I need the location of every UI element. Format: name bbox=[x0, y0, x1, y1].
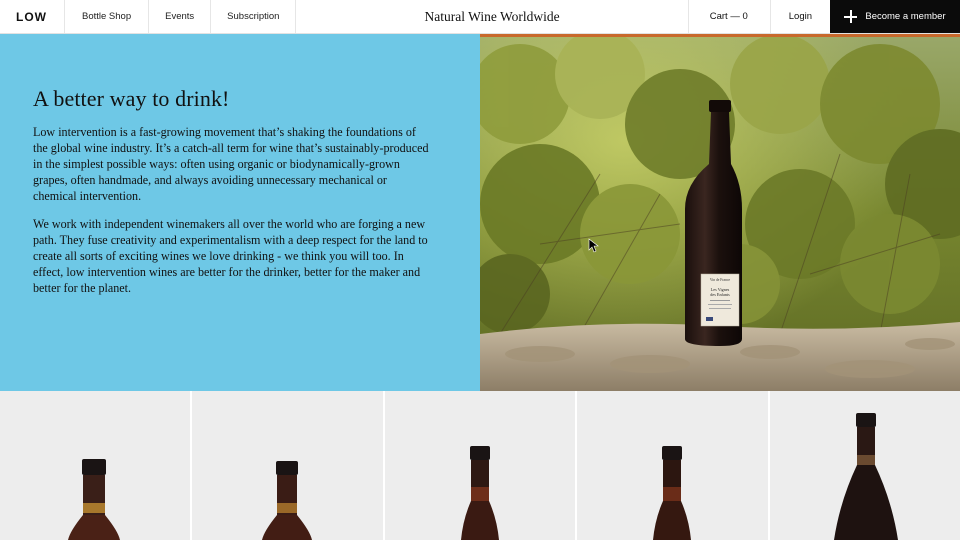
wine-bottle-image bbox=[833, 413, 898, 540]
hero-photo: Vin de France Les Vignes des Enfants bbox=[480, 34, 960, 391]
wine-bottle-image bbox=[262, 461, 313, 540]
product-card-1[interactable] bbox=[0, 391, 193, 540]
hero-paragraph-2: We work with independent winemakers all … bbox=[33, 217, 428, 295]
product-card-2[interactable] bbox=[192, 391, 385, 540]
product-card-4[interactable] bbox=[577, 391, 770, 540]
nav-events[interactable]: Events bbox=[149, 0, 212, 33]
product-strip bbox=[0, 391, 960, 540]
login-link[interactable]: Login bbox=[769, 0, 830, 33]
site-title: Natural Wine Worldwide bbox=[424, 8, 560, 24]
hero-photo-illustration: Vin de France Les Vignes des Enfants bbox=[480, 34, 960, 391]
become-member-label: Become a member bbox=[865, 11, 946, 22]
product-card-3[interactable] bbox=[384, 391, 578, 540]
logo[interactable]: LOW bbox=[0, 0, 65, 33]
hero-paragraph-1: Low intervention is a fast-growing movem… bbox=[33, 125, 429, 203]
top-navigation: LOW Bottle Shop Events Subscription Natu… bbox=[0, 0, 960, 34]
cart-link[interactable]: Cart — 0 bbox=[687, 0, 770, 33]
hero-text-panel: A better way to drink! Low intervention … bbox=[0, 34, 480, 391]
bottle-label-line1: Vin de France bbox=[710, 278, 731, 282]
bottle-label-line3: des Enfants bbox=[710, 292, 730, 297]
hero-title: A better way to drink! bbox=[33, 86, 230, 111]
product-card-5[interactable] bbox=[769, 391, 960, 540]
nav-subscription[interactable]: Subscription bbox=[211, 0, 297, 33]
plus-icon bbox=[844, 10, 858, 23]
become-member-button[interactable]: Become a member bbox=[830, 0, 960, 33]
wine-bottle-image bbox=[68, 459, 120, 540]
nav-bottle-shop[interactable]: Bottle Shop bbox=[65, 0, 150, 33]
wine-bottle-image bbox=[460, 446, 499, 540]
accent-strip bbox=[480, 34, 960, 37]
wine-bottle-image bbox=[653, 446, 692, 540]
